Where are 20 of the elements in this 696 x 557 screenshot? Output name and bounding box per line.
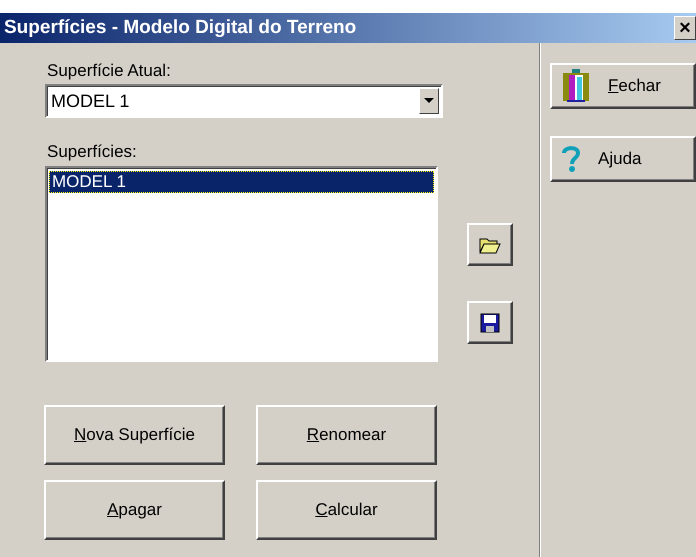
help-button[interactable]: Ajuda [550,136,696,182]
list-label: Superfícies: [47,142,138,162]
close-button[interactable]: Fechar [550,63,696,109]
field-label: Superfície Atual: [47,61,172,81]
window-title: Superfícies - Modelo Digital do Terreno [4,17,356,39]
save-button[interactable] [467,301,513,344]
action-button[interactable]: Calcular [256,480,437,540]
action-button[interactable]: Apagar [44,480,225,540]
doorway-icon [562,69,590,103]
action-button[interactable]: Renomear [256,405,437,465]
dropdown-value: MODEL 1 [50,90,130,112]
dropdown-arrow-button[interactable] [419,88,439,114]
question-mark-icon [562,145,580,173]
close-button[interactable]: × [674,16,696,40]
folder-icon [479,236,501,254]
surface-dropdown[interactable]: MODEL 1 [45,84,443,118]
list-item[interactable]: MODEL 1 [49,171,434,193]
action-button[interactable]: Nova Superfície [44,405,225,465]
open-button[interactable] [467,223,513,266]
caret-icon [424,98,434,104]
